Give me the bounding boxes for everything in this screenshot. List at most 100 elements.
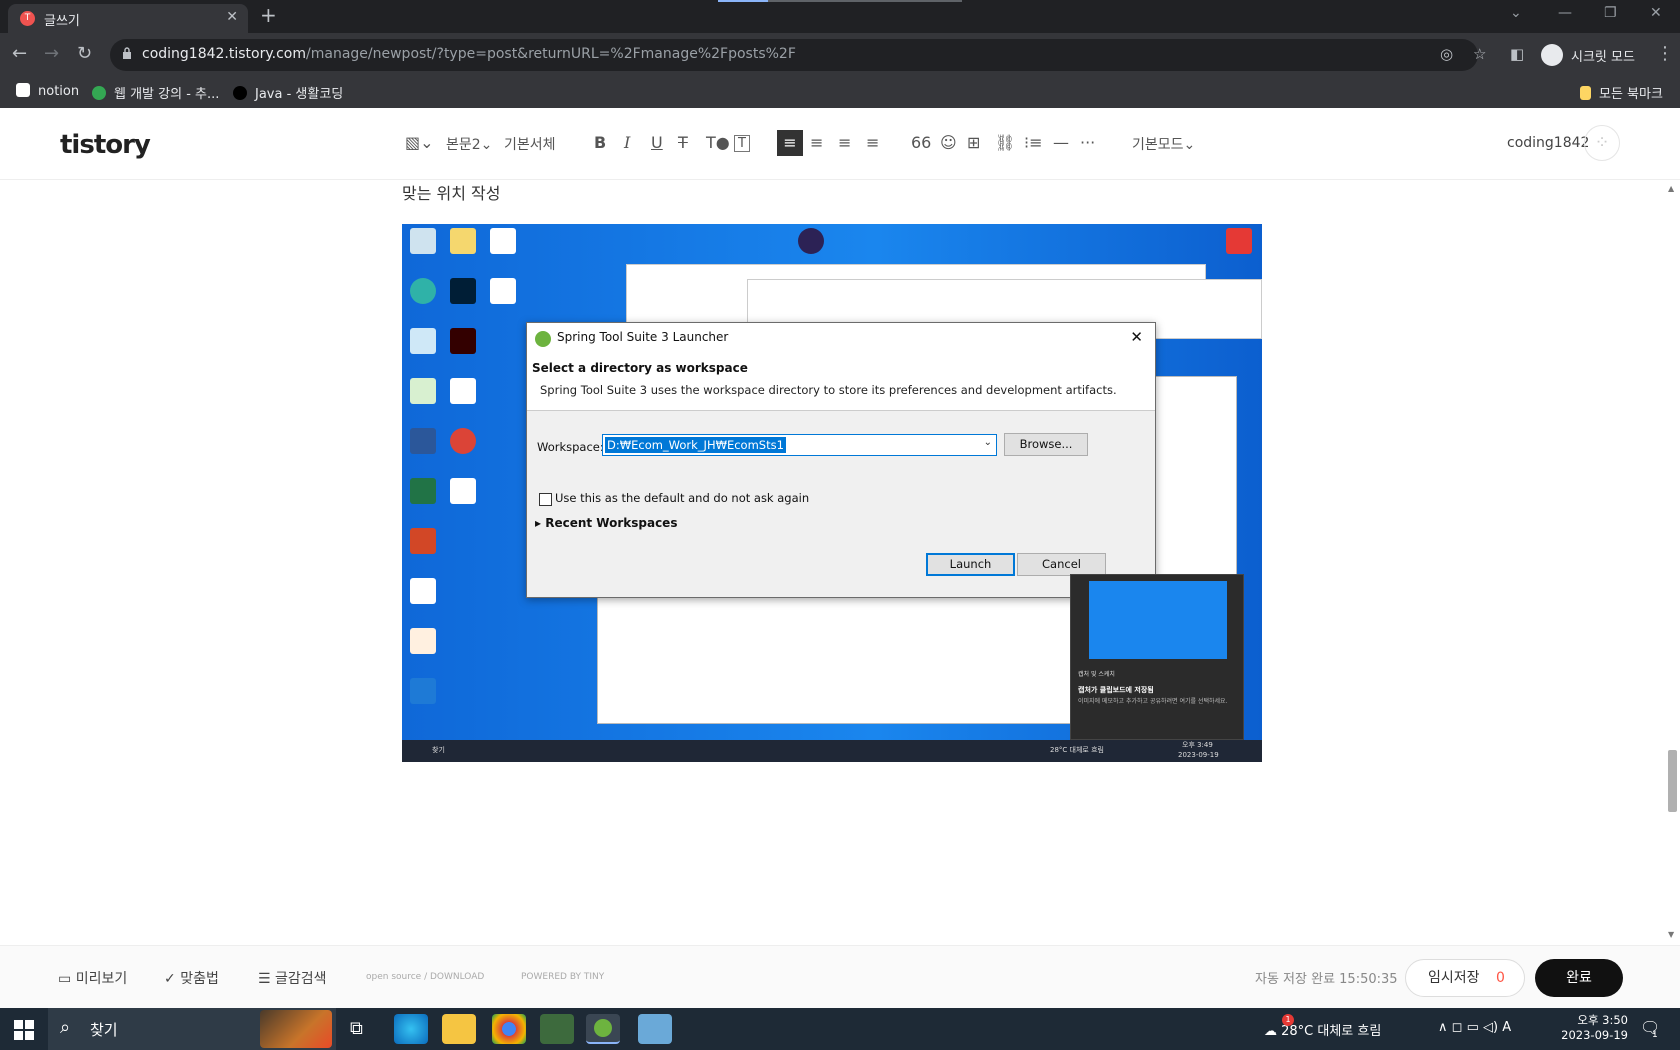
user-avatar-icon[interactable]: ⁘: [1584, 125, 1620, 161]
forward-icon[interactable]: →: [44, 43, 59, 64]
notepad-taskbar-icon[interactable]: [638, 1014, 672, 1044]
draft-save-button[interactable]: 임시저장 0: [1405, 959, 1525, 997]
link-icon[interactable]: ⛓: [995, 133, 1015, 152]
chrome-taskbar-icon[interactable]: [492, 1014, 526, 1044]
cancel-button[interactable]: Cancel: [1017, 553, 1106, 576]
align-left-icon[interactable]: ≡: [777, 130, 803, 156]
address-bar[interactable]: coding1842.tistory.com/manage/newpost/?t…: [110, 39, 1486, 71]
incognito-profile[interactable]: 시크릿 모드: [1539, 39, 1655, 71]
align-right-icon[interactable]: ≡: [838, 133, 851, 152]
quote-icon[interactable]: 66: [911, 133, 931, 152]
notion-icon: [16, 83, 30, 97]
vscode-icon: [410, 678, 436, 704]
dialog-close-icon[interactable]: ✕: [1130, 328, 1143, 346]
align-center-icon[interactable]: ≡: [810, 133, 823, 152]
pdf-icon: [490, 278, 516, 304]
minimize-icon[interactable]: —: [1558, 5, 1572, 21]
tracking-protection-icon[interactable]: ◎: [1440, 45, 1453, 63]
restore-icon[interactable]: ❐: [1604, 5, 1617, 21]
recycle-bin-icon: [410, 228, 436, 254]
menu-kebab-icon[interactable]: ⋮: [1656, 43, 1674, 64]
edge-taskbar-icon[interactable]: [394, 1014, 428, 1044]
system-tray-icons[interactable]: ∧ ◻ ▭ ◁) A: [1438, 1020, 1511, 1035]
photoshop-icon: [450, 278, 476, 304]
close-window-icon[interactable]: ✕: [1650, 5, 1662, 21]
workspace-combo[interactable]: D:₩Ecom_Work_JH₩EcomSts1 ⌄: [602, 434, 997, 456]
more-options-icon[interactable]: ···: [1080, 133, 1095, 152]
side-panel-icon[interactable]: ◧: [1510, 45, 1524, 63]
bookmark-java[interactable]: Java - 생활코딩: [233, 83, 343, 102]
embedded-date: 2023-09-19: [1178, 751, 1219, 759]
text-color-icon[interactable]: T●: [706, 133, 730, 152]
horizontal-rule-icon[interactable]: —: [1053, 133, 1069, 152]
windows-taskbar: ⌕ 찾기 ⧉ ☁ 28°C 대체로 흐림 1 ∧ ◻ ▭ ◁) A 오후 3:5…: [0, 1008, 1680, 1050]
bookmark-star-icon[interactable]: ☆: [1473, 45, 1486, 63]
explorer-taskbar-icon[interactable]: [442, 1014, 476, 1044]
embedded-screenshot-image[interactable]: Spring Tool Suite 3 Launcher ✕ Select a …: [402, 224, 1262, 762]
embedded-taskbar-search: 찾기: [432, 746, 445, 754]
preview-button[interactable]: ▭ 미리보기: [58, 968, 127, 988]
tistory-favicon-icon: T: [20, 11, 35, 26]
reload-icon[interactable]: ↻: [77, 43, 92, 64]
image-insert-icon[interactable]: ▧⌄: [405, 133, 434, 152]
paragraph-text[interactable]: 맞는 위치 작성: [402, 180, 501, 204]
recent-workspaces-toggle[interactable]: ▸ Recent Workspaces: [535, 516, 677, 530]
emoticon-icon[interactable]: ☺: [940, 133, 957, 152]
bullet-list-icon[interactable]: ⁝≡: [1024, 133, 1043, 152]
publish-button[interactable]: 완료: [1535, 959, 1623, 997]
align-justify-icon[interactable]: ≡: [866, 133, 879, 152]
default-checkbox[interactable]: [539, 493, 552, 506]
task-view-icon[interactable]: ⧉: [350, 1018, 363, 1039]
font-dropdown[interactable]: 기본서체: [504, 134, 556, 154]
powered-by-tiny[interactable]: POWERED BY TINY: [521, 972, 604, 982]
scroll-up-icon[interactable]: ▲: [1668, 184, 1674, 193]
embedded-taskbar: 찾기 28°C 대체로 흐림 오후 3:49 2023-09-19: [402, 740, 1262, 762]
scroll-down-icon[interactable]: ▼: [1668, 930, 1674, 939]
scrollbar-thumb[interactable]: [1668, 750, 1677, 812]
open-source-link[interactable]: open source / DOWNLOAD: [366, 972, 484, 982]
taskbar-search[interactable]: ⌕ 찾기: [48, 1008, 336, 1050]
browser-tab[interactable]: T 글쓰기 ✕: [8, 4, 248, 33]
editor-content[interactable]: 맞는 위치 작성 Spring Tool Suite 3 Launcher ✕ …: [0, 180, 1665, 945]
lock-icon[interactable]: [122, 47, 132, 59]
all-bookmarks[interactable]: 모든 북마크: [1580, 83, 1663, 102]
eclipse-icon: [798, 228, 824, 254]
bookmark-web-course[interactable]: 웹 개발 강의 - 추...: [92, 83, 219, 102]
weather-badge: 1: [1282, 1014, 1294, 1026]
paragraph-style-dropdown[interactable]: 본문2⌄: [446, 134, 492, 154]
editor-mode-dropdown[interactable]: 기본모드⌄: [1132, 134, 1195, 154]
autosave-status: 자동 저장 완료 15:50:35: [1255, 972, 1398, 987]
close-tab-icon[interactable]: ✕: [226, 9, 238, 25]
underline-icon[interactable]: U: [651, 133, 663, 152]
text-background-icon[interactable]: T: [734, 135, 750, 152]
spring-leaf-icon: [535, 331, 551, 347]
editor-scrollbar[interactable]: ▲ ▼: [1665, 180, 1680, 945]
content-search-button[interactable]: ☰ 글감검색: [258, 968, 327, 988]
chevron-down-icon[interactable]: ⌄: [984, 437, 992, 448]
taskbar-clock[interactable]: 오후 3:50 2023-09-19: [1548, 1012, 1628, 1042]
profile-label: 시크릿 모드: [1571, 50, 1635, 65]
user-name[interactable]: coding1842: [1507, 135, 1589, 151]
back-icon[interactable]: ←: [12, 43, 27, 64]
editor-footer: ▭ 미리보기 ✓ 맞춤법 ☰ 글감검색 open source / DOWNLO…: [0, 945, 1680, 1008]
triangle-right-icon: ▸: [535, 516, 546, 530]
loading-indicator: [718, 0, 768, 2]
sts-taskbar-icon[interactable]: [586, 1014, 620, 1044]
bookmark-notion[interactable]: notion: [16, 83, 79, 99]
app-taskbar-icon[interactable]: [540, 1014, 574, 1044]
tistory-logo[interactable]: tistory: [60, 130, 151, 160]
windows-start-icon[interactable]: [14, 1020, 34, 1040]
browse-button[interactable]: Browse...: [1004, 433, 1088, 456]
tab-search-icon[interactable]: ⌄: [1510, 5, 1522, 21]
cloud-icon: ☁: [1264, 1024, 1282, 1039]
strikethrough-icon[interactable]: T: [678, 133, 688, 152]
default-checkbox-label: Use this as the default and do not ask a…: [555, 491, 810, 505]
table-icon[interactable]: ⊞: [967, 133, 980, 152]
weather-widget[interactable]: ☁ 28°C 대체로 흐림: [1264, 1020, 1381, 1039]
new-tab-button[interactable]: +: [260, 3, 277, 27]
spellcheck-button[interactable]: ✓ 맞춤법: [164, 968, 219, 988]
workspace-value[interactable]: D:₩Ecom_Work_JH₩EcomSts1: [605, 437, 786, 453]
bold-icon[interactable]: B: [594, 133, 606, 152]
italic-icon[interactable]: I: [624, 133, 630, 152]
launch-button[interactable]: Launch: [926, 553, 1015, 576]
